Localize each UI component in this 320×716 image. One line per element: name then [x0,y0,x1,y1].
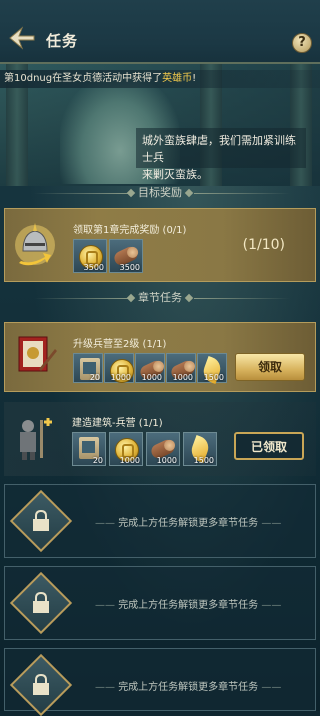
reward-qty: 1000 [119,456,140,465]
reward-slot[interactable]: 1000 [104,353,134,383]
reward-qty: 1000 [156,456,177,465]
reward-slot[interactable]: 1500 [183,432,217,466]
padlock-icon [33,592,49,613]
locked-task-slot: —— 完成上方任务解锁更多章节任务 —— [4,566,316,640]
chapter-task-title: 建造建筑-兵营 (1/1) [72,418,163,429]
section-chapter-title: 章节任务 [138,291,182,304]
reward-qty: 1500 [203,373,224,382]
reward-slot[interactable]: 20 [72,432,106,466]
help-icon[interactable]: ? [292,33,312,53]
padlock-icon [33,510,49,531]
reward-qty: 1000 [141,373,162,382]
padlock-icon [33,674,49,695]
broadcast-player: 0dnug [20,73,53,84]
npc-dialogue: 城外蛮族肆虐，我们需加紧训练士兵 来剿灭蛮族。 [136,128,306,181]
reward-slot[interactable]: 1000 [135,353,166,383]
reward-qty: 20 [89,373,100,382]
reward-slot[interactable]: 20 [73,353,103,383]
goal-progress: (1/10) [242,237,285,253]
page-title: 任务 [46,32,79,50]
reward-slot[interactable]: 1500 [197,353,227,385]
broadcast-marquee: 第10dnug在圣女贞德活动中获得了英雄币! [0,70,320,88]
reward-qty: 1500 [193,456,214,465]
reward-qty: 1000 [172,373,193,382]
claimed-button[interactable]: 已领取 [234,432,304,460]
section-goal-title: 目标奖励 [138,186,182,199]
locked-hint: —— 完成上方任务解锁更多章节任务 —— [95,518,282,529]
locked-hint: —— 完成上方任务解锁更多章节任务 —— [95,682,282,693]
locked-hint-text: 完成上方任务解锁更多章节任务 [118,518,259,529]
goal-task-card[interactable]: 领取第1章完成奖励 (0/1) 3500 3500 (1/10) [4,208,316,282]
npc-line-2: 来剿灭蛮族。 [142,168,208,181]
knight-helmet-icon [15,223,55,266]
locked-hint-text: 完成上方任务解锁更多章节任务 [118,600,259,611]
goal-task-title: 领取第1章完成奖励 (0/1) [73,225,187,236]
broadcast-prefix: 第1 [4,73,21,84]
chapter-task-title: 升级兵营至2级 (1/1) [73,339,167,350]
section-goal-header: 目标奖励 [0,185,320,201]
soldier-build-icon [20,418,52,460]
broadcast-item: 英雄币 [162,73,193,84]
reward-qty: 20 [92,456,103,465]
section-chapter-header: 章节任务 [0,290,320,306]
chapter-task-card[interactable]: 升级兵营至2级 (1/1) 20 1000 1000 1000 领取 1500 [4,322,316,392]
locked-task-slot: —— 完成上方任务解锁更多章节任务 —— [4,648,316,716]
reward-slot[interactable]: 1000 [166,353,197,383]
locked-hint: —— 完成上方任务解锁更多章节任务 —— [95,600,282,611]
header-bar: 任务 ? [0,0,320,64]
locked-task-slot: —— 完成上方任务解锁更多章节任务 —— [4,484,316,558]
claim-button[interactable]: 领取 [235,353,305,381]
chapter-task-card[interactable]: 建造建筑-兵营 (1/1) 20 1000 1000 1500 已领取 [4,402,316,476]
reward-qty: 3500 [119,263,140,272]
locked-hint-text: 完成上方任务解锁更多章节任务 [118,682,259,693]
broadcast-suffix: ! [192,73,197,84]
reward-slot[interactable]: 3500 [109,239,143,273]
reward-slot[interactable]: 1000 [146,432,180,466]
back-arrow-icon[interactable] [8,26,36,50]
reward-qty: 3500 [83,263,104,272]
npc-line-1: 城外蛮族肆虐，我们需加紧训练士兵 [142,134,296,164]
reward-slot[interactable]: 1000 [109,432,143,466]
broadcast-text: 在圣女贞德活动中获得了 [52,73,163,84]
reward-qty: 1000 [110,373,131,382]
reward-slot[interactable]: 3500 [73,239,107,273]
book-quill-icon [18,336,57,372]
